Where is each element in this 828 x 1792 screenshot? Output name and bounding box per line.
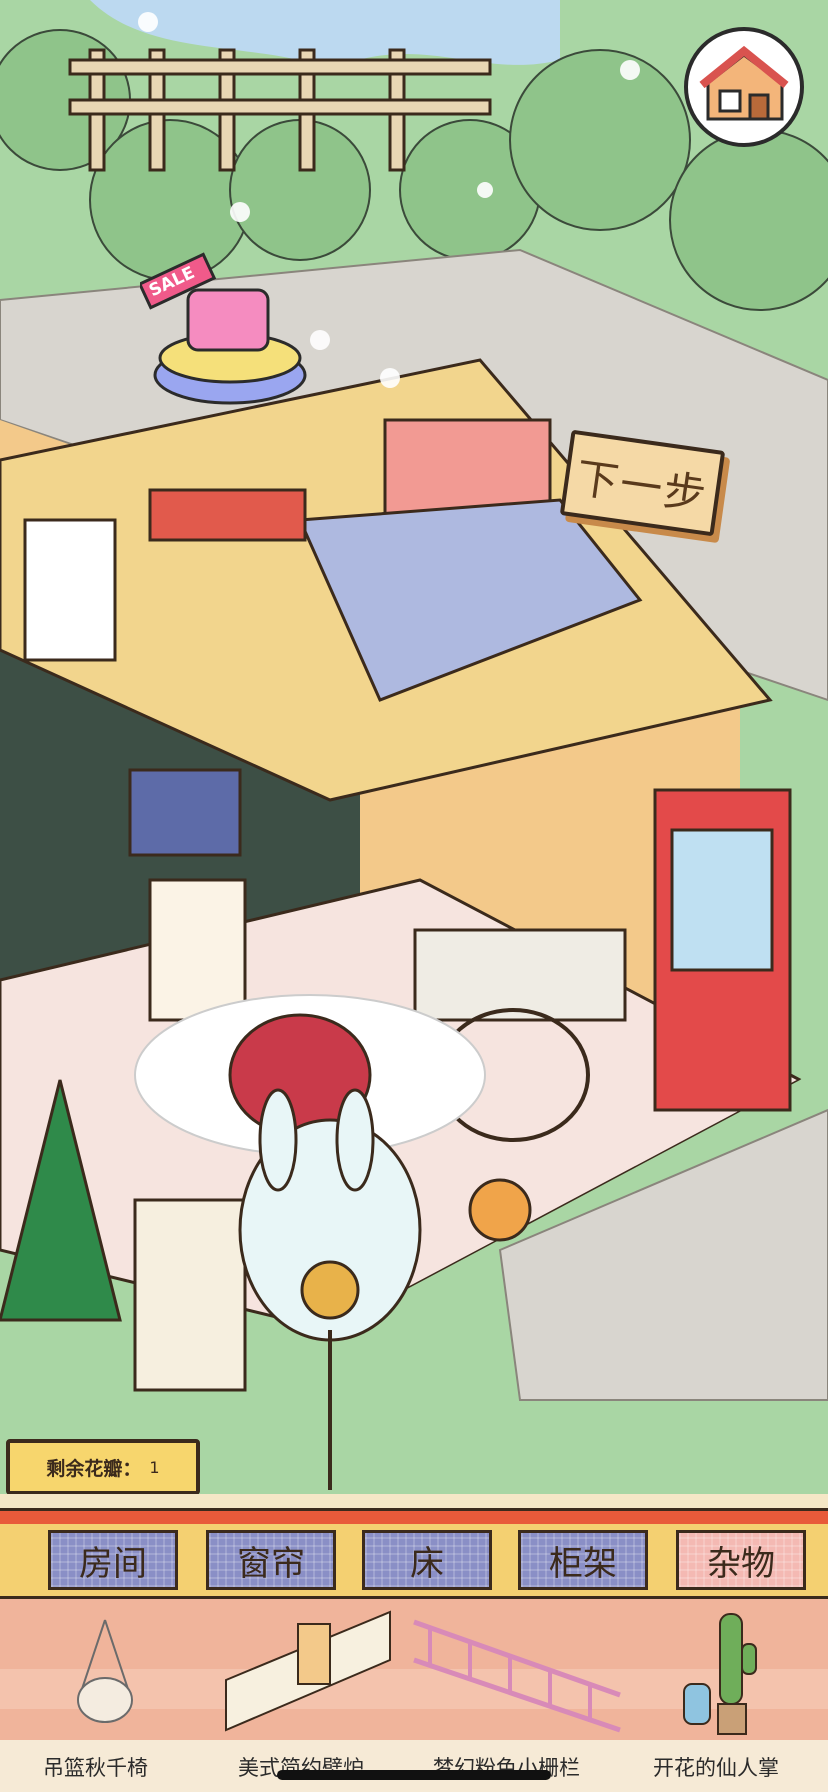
category-tab-bar: 房间 窗帘 床 柜架 杂物 <box>0 1524 828 1599</box>
tab-label: 床 <box>410 1543 444 1584</box>
tab-bed[interactable]: 床 <box>362 1530 492 1590</box>
item-pink-fence[interactable] <box>410 1600 625 1740</box>
item-cactus[interactable] <box>680 1600 770 1740</box>
cactus-icon <box>683 1613 757 1735</box>
sale-shop-button[interactable]: SALE <box>137 250 320 420</box>
item-label-hanging-chair: 吊篮秋千椅 <box>43 1756 148 1780</box>
tab-misc[interactable]: 杂物 <box>676 1530 806 1590</box>
petals-count: 1 <box>149 1457 160 1477</box>
tab-shelf[interactable]: 柜架 <box>518 1530 648 1590</box>
hanging-chair-icon <box>77 1619 133 1723</box>
next-step-label: 下一步 <box>573 452 711 520</box>
home-indicator[interactable] <box>277 1770 551 1780</box>
tab-label: 窗帘 <box>237 1543 305 1584</box>
fireplace-fence-icon <box>225 1610 391 1732</box>
item-fireplace-fence[interactable] <box>220 1600 400 1740</box>
tab-label: 杂物 <box>707 1543 775 1584</box>
tab-label: 柜架 <box>549 1543 617 1584</box>
home-button[interactable] <box>684 27 804 147</box>
next-step-sign: 下一步 <box>559 429 726 537</box>
item-hanging-chair[interactable] <box>70 1600 140 1740</box>
petals-counter: 剩余花瓣： 1 <box>6 1439 200 1495</box>
tab-room[interactable]: 房间 <box>48 1530 178 1590</box>
house-icon <box>699 45 789 121</box>
petals-label: 剩余花瓣： <box>46 1457 142 1480</box>
item-label-cactus: 开花的仙人掌 <box>653 1756 779 1780</box>
pink-fence-icon <box>413 1619 621 1733</box>
tab-curtain[interactable]: 窗帘 <box>206 1530 336 1590</box>
next-step-button[interactable]: 下一步 <box>559 429 727 537</box>
shelf-top <box>0 1494 828 1508</box>
tab-label: 房间 <box>79 1543 147 1584</box>
